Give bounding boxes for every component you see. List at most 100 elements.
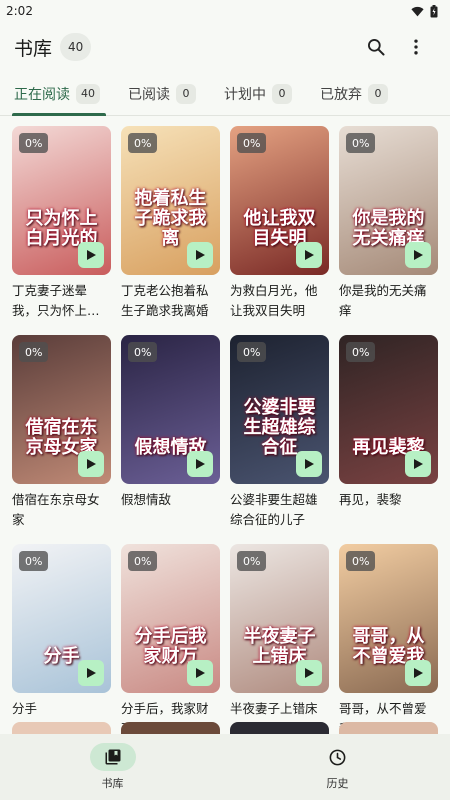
book-cover[interactable]: 再见裴黎 0% — [339, 335, 438, 484]
cover-title-art: 抱着私生子跪求我离 — [134, 188, 207, 249]
page-title: 书库 — [14, 37, 53, 60]
continue-reading-button[interactable] — [296, 451, 322, 477]
tab-label: 计划中 — [224, 86, 266, 103]
book-title: 再见，裴黎 — [339, 492, 402, 507]
book-cover[interactable]: 分手后我家财万 0% — [121, 544, 220, 693]
book-title: 你是我的无关痛痒 — [339, 283, 427, 318]
continue-reading-button[interactable] — [78, 242, 104, 268]
nav-library[interactable]: 书库 — [0, 734, 225, 800]
book-cover[interactable]: 公婆非要生超雄综合征 0% — [230, 335, 329, 484]
play-icon — [414, 668, 423, 678]
search-button[interactable] — [356, 27, 396, 67]
book-card[interactable]: 分手 0% 分手 — [12, 544, 111, 739]
play-icon — [196, 459, 205, 469]
continue-reading-button[interactable] — [405, 242, 431, 268]
book-cover[interactable]: 哥哥，从不曾爱我 0% — [339, 544, 438, 693]
nav-history[interactable]: 历史 — [225, 734, 450, 800]
play-icon — [87, 250, 96, 260]
library-count-badge: 40 — [60, 33, 92, 61]
book-card[interactable]: 他让我双目失明 0% 为救白月光，他让我双目失明 — [230, 126, 329, 321]
book-grid: 只为怀上白月光的0% 丁克妻子迷晕我，只为怀上白月光的孩子抱着私生子跪求我离 0% 丁… — [12, 126, 438, 739]
battery-icon — [430, 4, 438, 18]
book-card[interactable]: 你是我的无关痛痒 0% 你是我的无关痛痒 — [339, 126, 438, 321]
search-icon — [368, 39, 385, 56]
tab-finished[interactable]: 已阅读 0 — [118, 72, 206, 115]
continue-reading-button[interactable] — [296, 242, 322, 268]
tab-reading[interactable]: 正在阅读 40 — [4, 72, 110, 116]
book-title: 丁克妻子迷晕我，只为怀上白月光的孩子 — [12, 283, 100, 318]
book-title: 借宿在东京母女家 — [12, 492, 100, 527]
status-bar: 2:02 — [0, 0, 450, 22]
tab-dropped[interactable]: 已放弃 0 — [310, 72, 398, 115]
book-cover[interactable]: 借宿在东京母女家 0% — [12, 335, 111, 484]
progress-badge: 0% — [237, 133, 267, 153]
book-cover[interactable]: 半夜妻子上错床 0% — [230, 544, 329, 693]
book-cover[interactable]: 分手 0% — [12, 544, 111, 693]
book-card[interactable]: 哥哥，从不曾爱我0%哥哥，从不曾爱我 — [339, 544, 438, 739]
play-icon — [305, 668, 314, 678]
continue-reading-button[interactable] — [405, 660, 431, 686]
play-icon — [305, 250, 314, 260]
book-card[interactable]: 公婆非要生超雄综合征 0% 公婆非要生超雄综合征的儿子 — [230, 335, 329, 530]
progress-badge: 0% — [346, 133, 376, 153]
progress-badge: 0% — [237, 342, 267, 362]
progress-badge: 0% — [128, 342, 158, 362]
more-options-button[interactable] — [396, 27, 436, 67]
book-title: 半夜妻子上错床 — [230, 701, 318, 716]
book-card[interactable]: 分手后我家财万0%分手后，我家财万贯 — [121, 544, 220, 739]
progress-badge: 0% — [346, 551, 376, 571]
reading-status-tabs: 正在阅读 40 已阅读 0 计划中 0 已放弃 0 — [0, 72, 450, 116]
app-bar: 书库 40 — [0, 22, 450, 72]
book-card[interactable]: 假想情敌 0% 假想情敌 — [121, 335, 220, 530]
tab-count-badge: 0 — [368, 83, 388, 104]
book-cover[interactable]: 只为怀上白月光的 0% — [12, 126, 111, 275]
tab-label: 已放弃 — [320, 86, 362, 103]
progress-badge: 0% — [346, 342, 376, 362]
play-icon — [305, 459, 314, 469]
book-cover[interactable]: 他让我双目失明 0% — [230, 126, 329, 275]
wifi-icon — [411, 6, 424, 17]
book-card[interactable]: 只为怀上白月光的0% 丁克妻子迷晕我，只为怀上白月光的孩子 — [12, 126, 111, 321]
cover-title-art: 公婆非要生超雄综合征 — [243, 397, 316, 458]
tab-label: 正在阅读 — [14, 86, 70, 103]
book-cover[interactable]: 假想情敌 0% — [121, 335, 220, 484]
play-icon — [196, 668, 205, 678]
book-card[interactable]: 抱着私生子跪求我离 0% 丁克老公抱着私生子跪求我离婚 — [121, 126, 220, 321]
continue-reading-button[interactable] — [78, 660, 104, 686]
continue-reading-button[interactable] — [78, 451, 104, 477]
continue-reading-button[interactable] — [187, 242, 213, 268]
nav-label: 历史 — [326, 777, 349, 790]
book-title: 为救白月光，他让我双目失明 — [230, 283, 318, 318]
tab-count-badge: 0 — [272, 83, 292, 104]
tab-count-badge: 0 — [176, 83, 196, 104]
book-title: 丁克老公抱着私生子跪求我离婚 — [121, 283, 209, 318]
progress-badge: 0% — [128, 551, 158, 571]
book-title: 公婆非要生超雄综合征的儿子 — [230, 492, 318, 527]
history-icon — [329, 749, 346, 765]
book-cover[interactable]: 抱着私生子跪求我离 0% — [121, 126, 220, 275]
continue-reading-button[interactable] — [296, 660, 322, 686]
book-cover[interactable]: 你是我的无关痛痒 0% — [339, 126, 438, 275]
nav-label: 书库 — [101, 777, 124, 790]
play-icon — [414, 459, 423, 469]
tab-label: 已阅读 — [128, 86, 170, 103]
continue-reading-button[interactable] — [405, 451, 431, 477]
book-title: 假想情敌 — [121, 492, 172, 507]
tab-planned[interactable]: 计划中 0 — [214, 72, 302, 115]
progress-badge: 0% — [19, 551, 49, 571]
play-icon — [87, 459, 96, 469]
library-icon — [105, 749, 120, 765]
play-icon — [196, 250, 205, 260]
progress-badge: 0% — [19, 133, 49, 153]
continue-reading-button[interactable] — [187, 660, 213, 686]
book-card[interactable]: 半夜妻子上错床 0% 半夜妻子上错床 — [230, 544, 329, 739]
progress-badge: 0% — [19, 342, 49, 362]
continue-reading-button[interactable] — [187, 451, 213, 477]
tab-count-badge: 40 — [76, 83, 100, 104]
play-icon — [87, 668, 96, 678]
more-vert-icon — [414, 39, 418, 55]
book-card[interactable]: 再见裴黎 0% 再见，裴黎 — [339, 335, 438, 530]
progress-badge: 0% — [237, 551, 267, 571]
book-card[interactable]: 借宿在东京母女家 0% 借宿在东京母女家 — [12, 335, 111, 530]
progress-badge: 0% — [128, 133, 158, 153]
